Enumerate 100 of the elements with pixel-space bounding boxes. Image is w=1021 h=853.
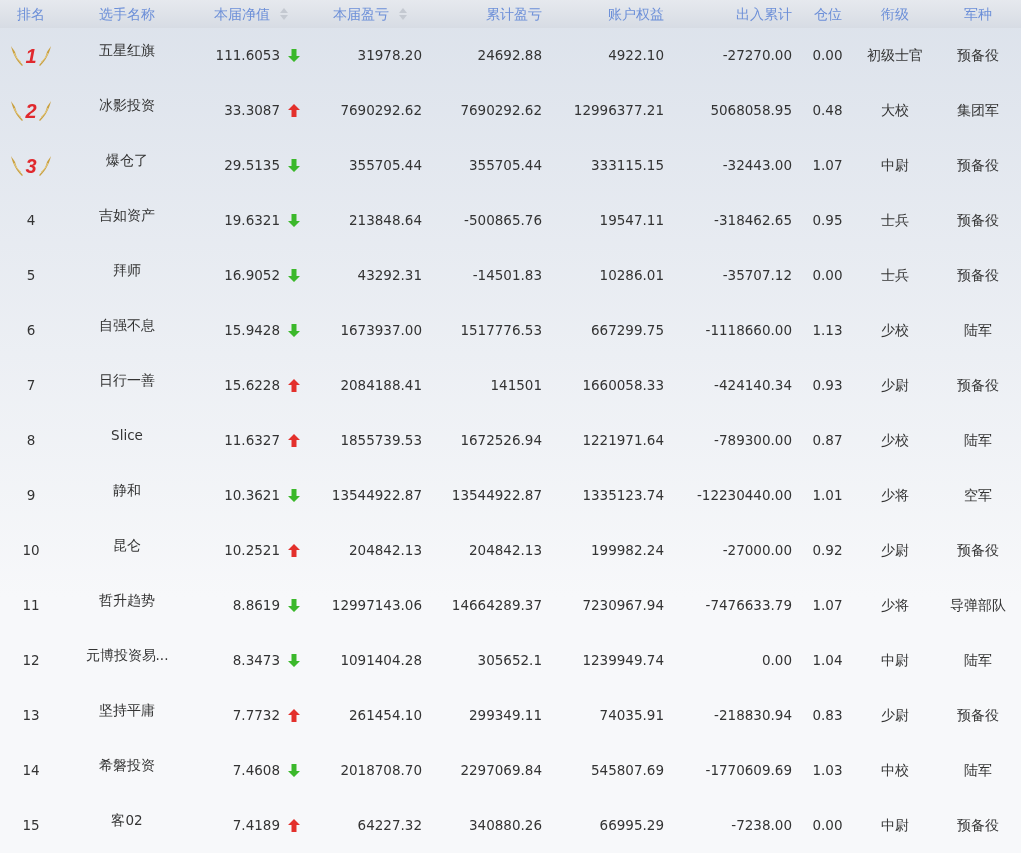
column-header: 累计盈亏	[486, 4, 542, 24]
cumulative-flow: 0.00	[761, 651, 792, 671]
service-branch: 陆军	[964, 651, 992, 671]
sort-icon[interactable]	[280, 8, 288, 20]
rank-number: 12	[22, 651, 40, 671]
total-pnl: 14664289.37	[451, 596, 542, 616]
column-header[interactable]: 本届盈亏	[333, 3, 389, 25]
column-header[interactable]: 本届净值	[214, 3, 270, 25]
net-value: 16.9052	[224, 266, 280, 286]
total-pnl: 340880.26	[469, 816, 542, 836]
account-equity: 7230967.94	[582, 596, 664, 616]
account-equity: 12996377.21	[573, 101, 664, 121]
player-name: 爆仓了	[106, 151, 148, 170]
position-ratio: 1.07	[812, 596, 843, 616]
period-pnl: 2018708.70	[340, 761, 422, 781]
position-ratio: 0.93	[812, 376, 843, 396]
rank-number: 9	[26, 486, 36, 506]
position-ratio: 0.00	[812, 266, 843, 286]
account-equity: 1221971.64	[582, 431, 664, 451]
cumulative-flow: -12230440.00	[696, 486, 792, 506]
account-equity: 74035.91	[599, 706, 664, 726]
period-pnl: 1855739.53	[340, 431, 422, 451]
position-ratio: 1.01	[812, 486, 843, 506]
total-pnl: -14501.83	[472, 266, 542, 286]
period-pnl: 31978.20	[357, 46, 422, 66]
service-branch: 预备役	[957, 211, 999, 231]
period-pnl: 204842.13	[349, 541, 422, 561]
player-name: 元博投资易...	[85, 646, 169, 665]
position-ratio: 0.00	[812, 816, 843, 836]
cumulative-flow: -7238.00	[731, 816, 792, 836]
rank-number: 3	[25, 153, 37, 179]
rank-number: 11	[22, 596, 40, 616]
net-value: 8.8619	[232, 596, 280, 616]
total-pnl: 204842.13	[469, 541, 542, 561]
period-pnl: 2084188.41	[340, 376, 422, 396]
net-value: 15.9428	[224, 321, 280, 341]
service-branch: 陆军	[964, 431, 992, 451]
cumulative-flow: -32443.00	[722, 156, 792, 176]
rank-title: 少将	[881, 596, 909, 616]
net-value: 111.6053	[215, 46, 280, 66]
rank-number: 6	[26, 321, 36, 341]
net-value: 8.3473	[232, 651, 280, 671]
period-pnl: 7690292.62	[340, 101, 422, 121]
cumulative-flow: -1118660.00	[705, 321, 792, 341]
account-equity: 1239949.74	[582, 651, 664, 671]
position-ratio: 1.03	[812, 761, 843, 781]
rank-number: 10	[22, 541, 40, 561]
rank-number: 13	[22, 706, 40, 726]
column-header: 排名	[17, 4, 45, 24]
account-equity: 199982.24	[591, 541, 664, 561]
period-pnl: 1673937.00	[340, 321, 422, 341]
total-pnl: 299349.11	[469, 706, 542, 726]
column-header: 衔级	[881, 4, 909, 24]
account-equity: 1335123.74	[582, 486, 664, 506]
position-ratio: 0.87	[812, 431, 843, 451]
total-pnl: 305652.1	[477, 651, 542, 671]
rank-title: 中尉	[881, 156, 909, 176]
net-value: 10.2521	[224, 541, 280, 561]
sort-icon[interactable]	[399, 8, 407, 20]
rank-number: 2	[25, 98, 37, 124]
cumulative-flow: -27000.00	[722, 541, 792, 561]
rank-number: 8	[26, 431, 36, 451]
rank-title: 少校	[881, 431, 909, 451]
player-name: 冰影投资	[99, 96, 155, 115]
net-value: 33.3087	[224, 101, 280, 121]
rank-title: 少校	[881, 321, 909, 341]
column-header: 账户权益	[608, 4, 664, 24]
account-equity: 10286.01	[599, 266, 664, 286]
player-name: 吉如资产	[99, 206, 155, 225]
cumulative-flow: -27270.00	[722, 46, 792, 66]
cumulative-flow: -7476633.79	[705, 596, 792, 616]
position-ratio: 0.92	[812, 541, 843, 561]
total-pnl: 7690292.62	[460, 101, 542, 121]
service-branch: 陆军	[964, 761, 992, 781]
player-name: 拜师	[113, 261, 141, 280]
service-branch: 陆军	[964, 321, 992, 341]
cumulative-flow: 5068058.95	[710, 101, 792, 121]
account-equity: 667299.75	[591, 321, 664, 341]
rank-number: 15	[22, 816, 40, 836]
service-branch: 预备役	[957, 706, 999, 726]
service-branch: 预备役	[957, 376, 999, 396]
cumulative-flow: -218830.94	[714, 706, 792, 726]
rank-title: 初级士官	[867, 46, 923, 66]
net-value: 7.7732	[232, 706, 280, 726]
rank-title: 少尉	[881, 376, 909, 396]
net-value: 29.5135	[224, 156, 280, 176]
column-header: 军种	[964, 4, 992, 24]
column-header: 仓位	[813, 4, 842, 24]
rank-title: 少尉	[881, 541, 909, 561]
net-value: 11.6327	[224, 431, 280, 451]
total-pnl: 13544922.87	[451, 486, 542, 506]
service-branch: 空军	[964, 486, 992, 506]
cumulative-flow: -318462.65	[714, 211, 792, 231]
period-pnl: 43292.31	[357, 266, 422, 286]
position-ratio: 0.95	[812, 211, 843, 231]
column-header: 选手名称	[99, 4, 155, 24]
period-pnl: 213848.64	[349, 211, 422, 231]
total-pnl: 355705.44	[469, 156, 542, 176]
rank-title: 中校	[881, 761, 909, 781]
rank-number: 5	[26, 266, 36, 286]
